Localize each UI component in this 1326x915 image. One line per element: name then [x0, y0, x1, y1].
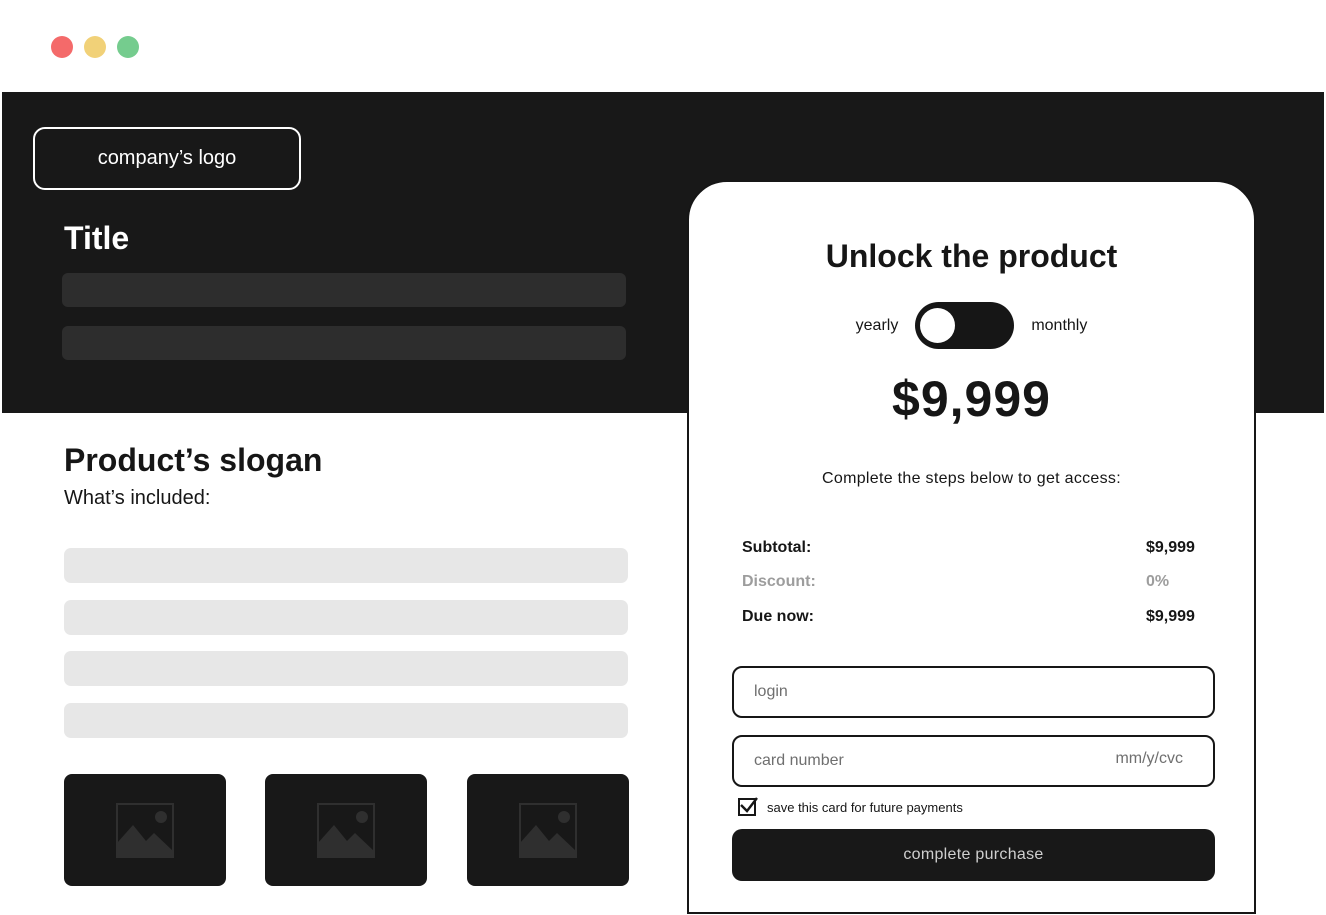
- due-now-label: Due now:: [742, 608, 814, 625]
- save-card-label: save this card for future payments: [767, 799, 963, 815]
- feature-placeholder: [64, 651, 628, 686]
- billing-period-toggle[interactable]: [915, 302, 1015, 349]
- billing-monthly-label[interactable]: monthly: [1031, 317, 1087, 335]
- feature-placeholder: [64, 548, 628, 583]
- maximize-window-button[interactable]: [117, 36, 139, 58]
- feature-placeholder: [64, 600, 628, 635]
- checkout-card: Unlock the product yearly monthly $9,999…: [687, 180, 1256, 914]
- minimize-window-button[interactable]: [84, 36, 106, 58]
- subtotal-label: Subtotal:: [742, 539, 812, 556]
- image-placeholder-icon: [317, 802, 375, 858]
- save-card-checkbox[interactable]: [738, 797, 758, 816]
- login-input[interactable]: [732, 666, 1215, 718]
- included-heading: What’s included:: [64, 487, 211, 509]
- checkout-title: Unlock the product: [825, 238, 1118, 274]
- subtotal-value: $9,999: [1146, 539, 1195, 556]
- feature-placeholder: [64, 703, 628, 738]
- billing-period-toggle-row: yearly monthly: [689, 302, 1254, 349]
- image-thumbnail[interactable]: [64, 774, 226, 886]
- checkout-instructions: Complete the steps below to get access:: [822, 470, 1121, 487]
- card-number-input[interactable]: [732, 735, 1215, 787]
- hero-title: Title: [64, 220, 130, 256]
- checkmark-icon: [740, 797, 758, 813]
- discount-value: 0%: [1146, 573, 1170, 590]
- window-controls: [51, 36, 139, 58]
- toggle-knob: [920, 308, 956, 343]
- hero-text-placeholder: [62, 326, 626, 360]
- subtotal-row: Subtotal: $9,999: [742, 539, 1204, 557]
- close-window-button[interactable]: [51, 36, 73, 58]
- company-logo-button[interactable]: company’s logo: [33, 127, 301, 190]
- product-price: $9,999: [892, 371, 1051, 427]
- product-slogan: Product’s slogan: [64, 442, 323, 478]
- discount-row: Discount: 0%: [742, 573, 1204, 591]
- due-now-value: $9,999: [1146, 608, 1195, 625]
- image-thumbnail[interactable]: [265, 774, 427, 886]
- billing-yearly-label[interactable]: yearly: [856, 317, 899, 335]
- image-placeholder-icon: [519, 802, 577, 858]
- due-now-row: Due now: $9,999: [742, 608, 1204, 626]
- card-number-field: mm/y/cvc: [732, 735, 1215, 787]
- complete-purchase-button[interactable]: complete purchase: [732, 829, 1215, 881]
- save-card-option[interactable]: save this card for future payments: [738, 797, 963, 816]
- image-thumbnail[interactable]: [467, 774, 629, 886]
- hero-text-placeholder: [62, 273, 626, 307]
- image-placeholder-icon: [116, 802, 174, 858]
- discount-label: Discount:: [742, 573, 816, 590]
